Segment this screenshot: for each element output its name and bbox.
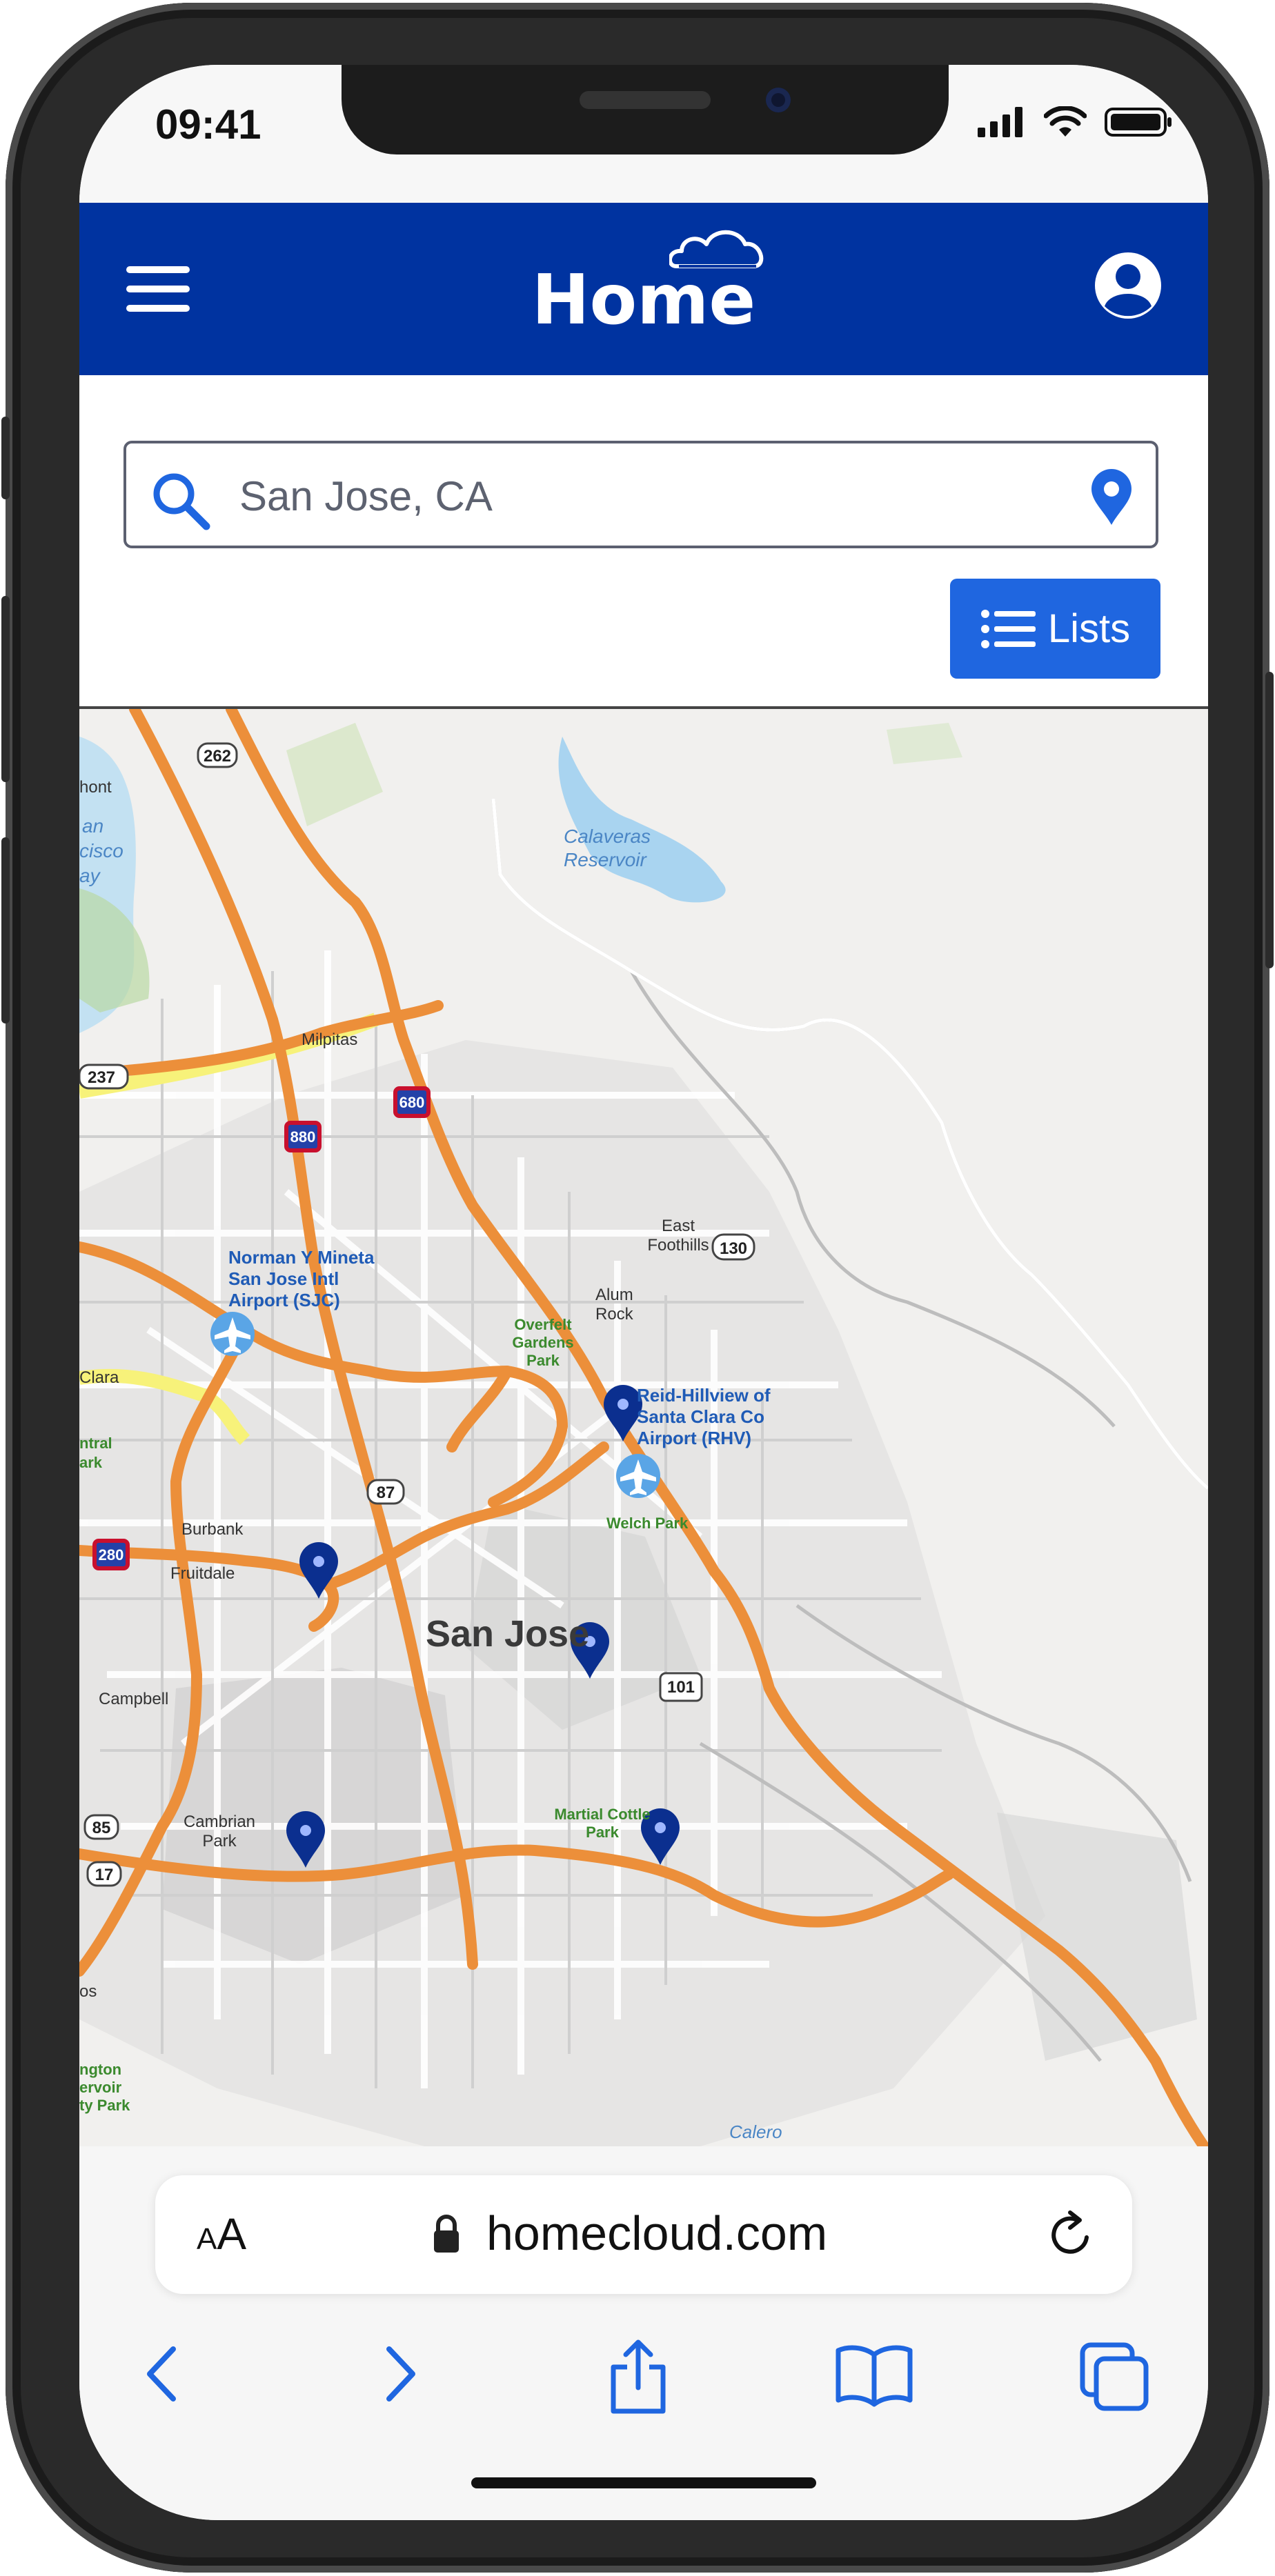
user-account-icon[interactable] (1087, 244, 1169, 327)
highway-shield: 880 (284, 1121, 322, 1152)
highway-shield: 280 (92, 1539, 130, 1570)
highway-shield-label: 17 (95, 1866, 114, 1884)
map-label-fragment: an (82, 815, 104, 837)
address-bar[interactable]: AA homecloud.com (155, 2175, 1132, 2294)
search-icon[interactable] (150, 470, 212, 532)
home-indicator[interactable] (471, 2477, 816, 2488)
map-label-fragment: ervoir (79, 2079, 122, 2096)
power-button (1265, 672, 1274, 968)
location-pin-icon[interactable] (1089, 468, 1134, 526)
volume-down-button (1, 837, 10, 1024)
browser-toolbar (79, 2333, 1208, 2429)
map-label-martial-cottle-park: Martial Cottle Park (554, 1806, 651, 1841)
map-label-campbell: Campbell (99, 1690, 169, 1708)
map-label-burbank: Burbank (181, 1520, 244, 1539)
lists-button-label: Lists (1047, 606, 1131, 651)
map-label-fragment: ntral (79, 1435, 112, 1452)
phone-screen: 09:41 Home Lists (79, 65, 1208, 2520)
lock-icon (434, 2215, 459, 2253)
map-label-fragment: os (79, 1982, 97, 2001)
map-label-milpitas: Milpitas (302, 1030, 358, 1049)
map-label-fragment: ark (79, 1454, 103, 1471)
highway-shield: 101 (659, 1672, 703, 1702)
front-camera (766, 88, 791, 112)
forward-icon[interactable] (373, 2339, 428, 2408)
highway-shield: 262 (197, 742, 238, 768)
map-label-east-foothills: East Foothills (647, 1217, 709, 1255)
tabs-icon[interactable] (1077, 2339, 1153, 2415)
reload-icon[interactable] (1045, 2208, 1098, 2261)
map-label-overfelt-park: Overfelt Gardens Park (512, 1316, 574, 1369)
volume-up-button (1, 596, 10, 782)
map-label-fragment: ay (79, 865, 100, 886)
bookmarks-icon[interactable] (833, 2339, 916, 2408)
wifi-icon (1044, 106, 1087, 137)
url-text: homecloud.com (486, 2206, 828, 2260)
map-view[interactable]: 262 237 880 680 130 87 280 101 85 17 San… (79, 709, 1208, 2146)
status-time: 09:41 (155, 101, 261, 148)
battery-icon (1105, 108, 1172, 137)
map-label-calero: Calero (729, 2121, 782, 2142)
page-title: Home (531, 259, 756, 340)
highway-shield: 130 (711, 1233, 755, 1261)
highway-shield-label: 85 (92, 1819, 111, 1837)
search-input[interactable] (238, 468, 1055, 524)
map-label-airport-rhv: Reid-Hillview of Santa Clara Co Airport (R… (637, 1385, 771, 1448)
map-label-fragment: ty Park (79, 2097, 130, 2114)
share-icon[interactable] (604, 2339, 673, 2415)
highway-shield: 85 (83, 1814, 119, 1840)
map-label-cambrian-park: Cambrian Park (183, 1813, 256, 1850)
notch (342, 65, 949, 154)
lists-button[interactable]: Lists (950, 579, 1160, 679)
text-size-button[interactable]: AA (197, 2208, 246, 2259)
search-panel: Lists (79, 375, 1208, 709)
highway-shield-label: 280 (99, 1546, 124, 1564)
browser-chrome: AA homecloud.com (79, 2146, 1208, 2520)
highway-shield: 87 (366, 1479, 405, 1505)
speaker-grille (580, 91, 711, 109)
highway-shield-label: 237 (88, 1068, 115, 1087)
map-label-fruitdale: Fruitdale (170, 1564, 235, 1583)
phone-frame: 09:41 Home Lists (1, 3, 1274, 2573)
back-icon[interactable] (135, 2339, 190, 2408)
app-header: Home (79, 203, 1208, 375)
map-label-city: San Jose (426, 1613, 590, 1655)
airport-icon (616, 1454, 660, 1498)
highway-shield: 680 (393, 1086, 431, 1118)
mute-switch (1, 417, 10, 499)
status-icons (978, 106, 1174, 138)
list-icon (980, 609, 1036, 648)
map-label-fragment: Clara (79, 1368, 119, 1387)
map-label-reservoir: Calaveras Reservoir (564, 826, 651, 870)
cellular-signal-icon (978, 107, 1022, 137)
map-label-fragment: ngton (79, 2061, 122, 2078)
map-label-alum-rock: Alum Rock (595, 1286, 633, 1324)
highway-shield-label: 262 (204, 747, 231, 766)
highway-shield-label: 680 (399, 1094, 425, 1111)
highway-shield: 237 (79, 1064, 129, 1090)
highway-shield: 17 (86, 1861, 122, 1887)
map-label-fragment: cisco (79, 840, 123, 861)
airport-icon (210, 1312, 255, 1356)
map-label-airport-sjc: Norman Y Mineta San Jose Intl Airport (SJC… (228, 1247, 375, 1310)
map-label-welch-park: Welch Park (606, 1515, 689, 1532)
highway-shield-label: 101 (667, 1678, 695, 1697)
highway-shield-label: 880 (290, 1128, 316, 1146)
highway-shield-label: 130 (720, 1239, 747, 1258)
search-field[interactable] (123, 441, 1158, 548)
map-label-fragment: hont (79, 778, 112, 797)
highway-shield-label: 87 (377, 1484, 395, 1502)
